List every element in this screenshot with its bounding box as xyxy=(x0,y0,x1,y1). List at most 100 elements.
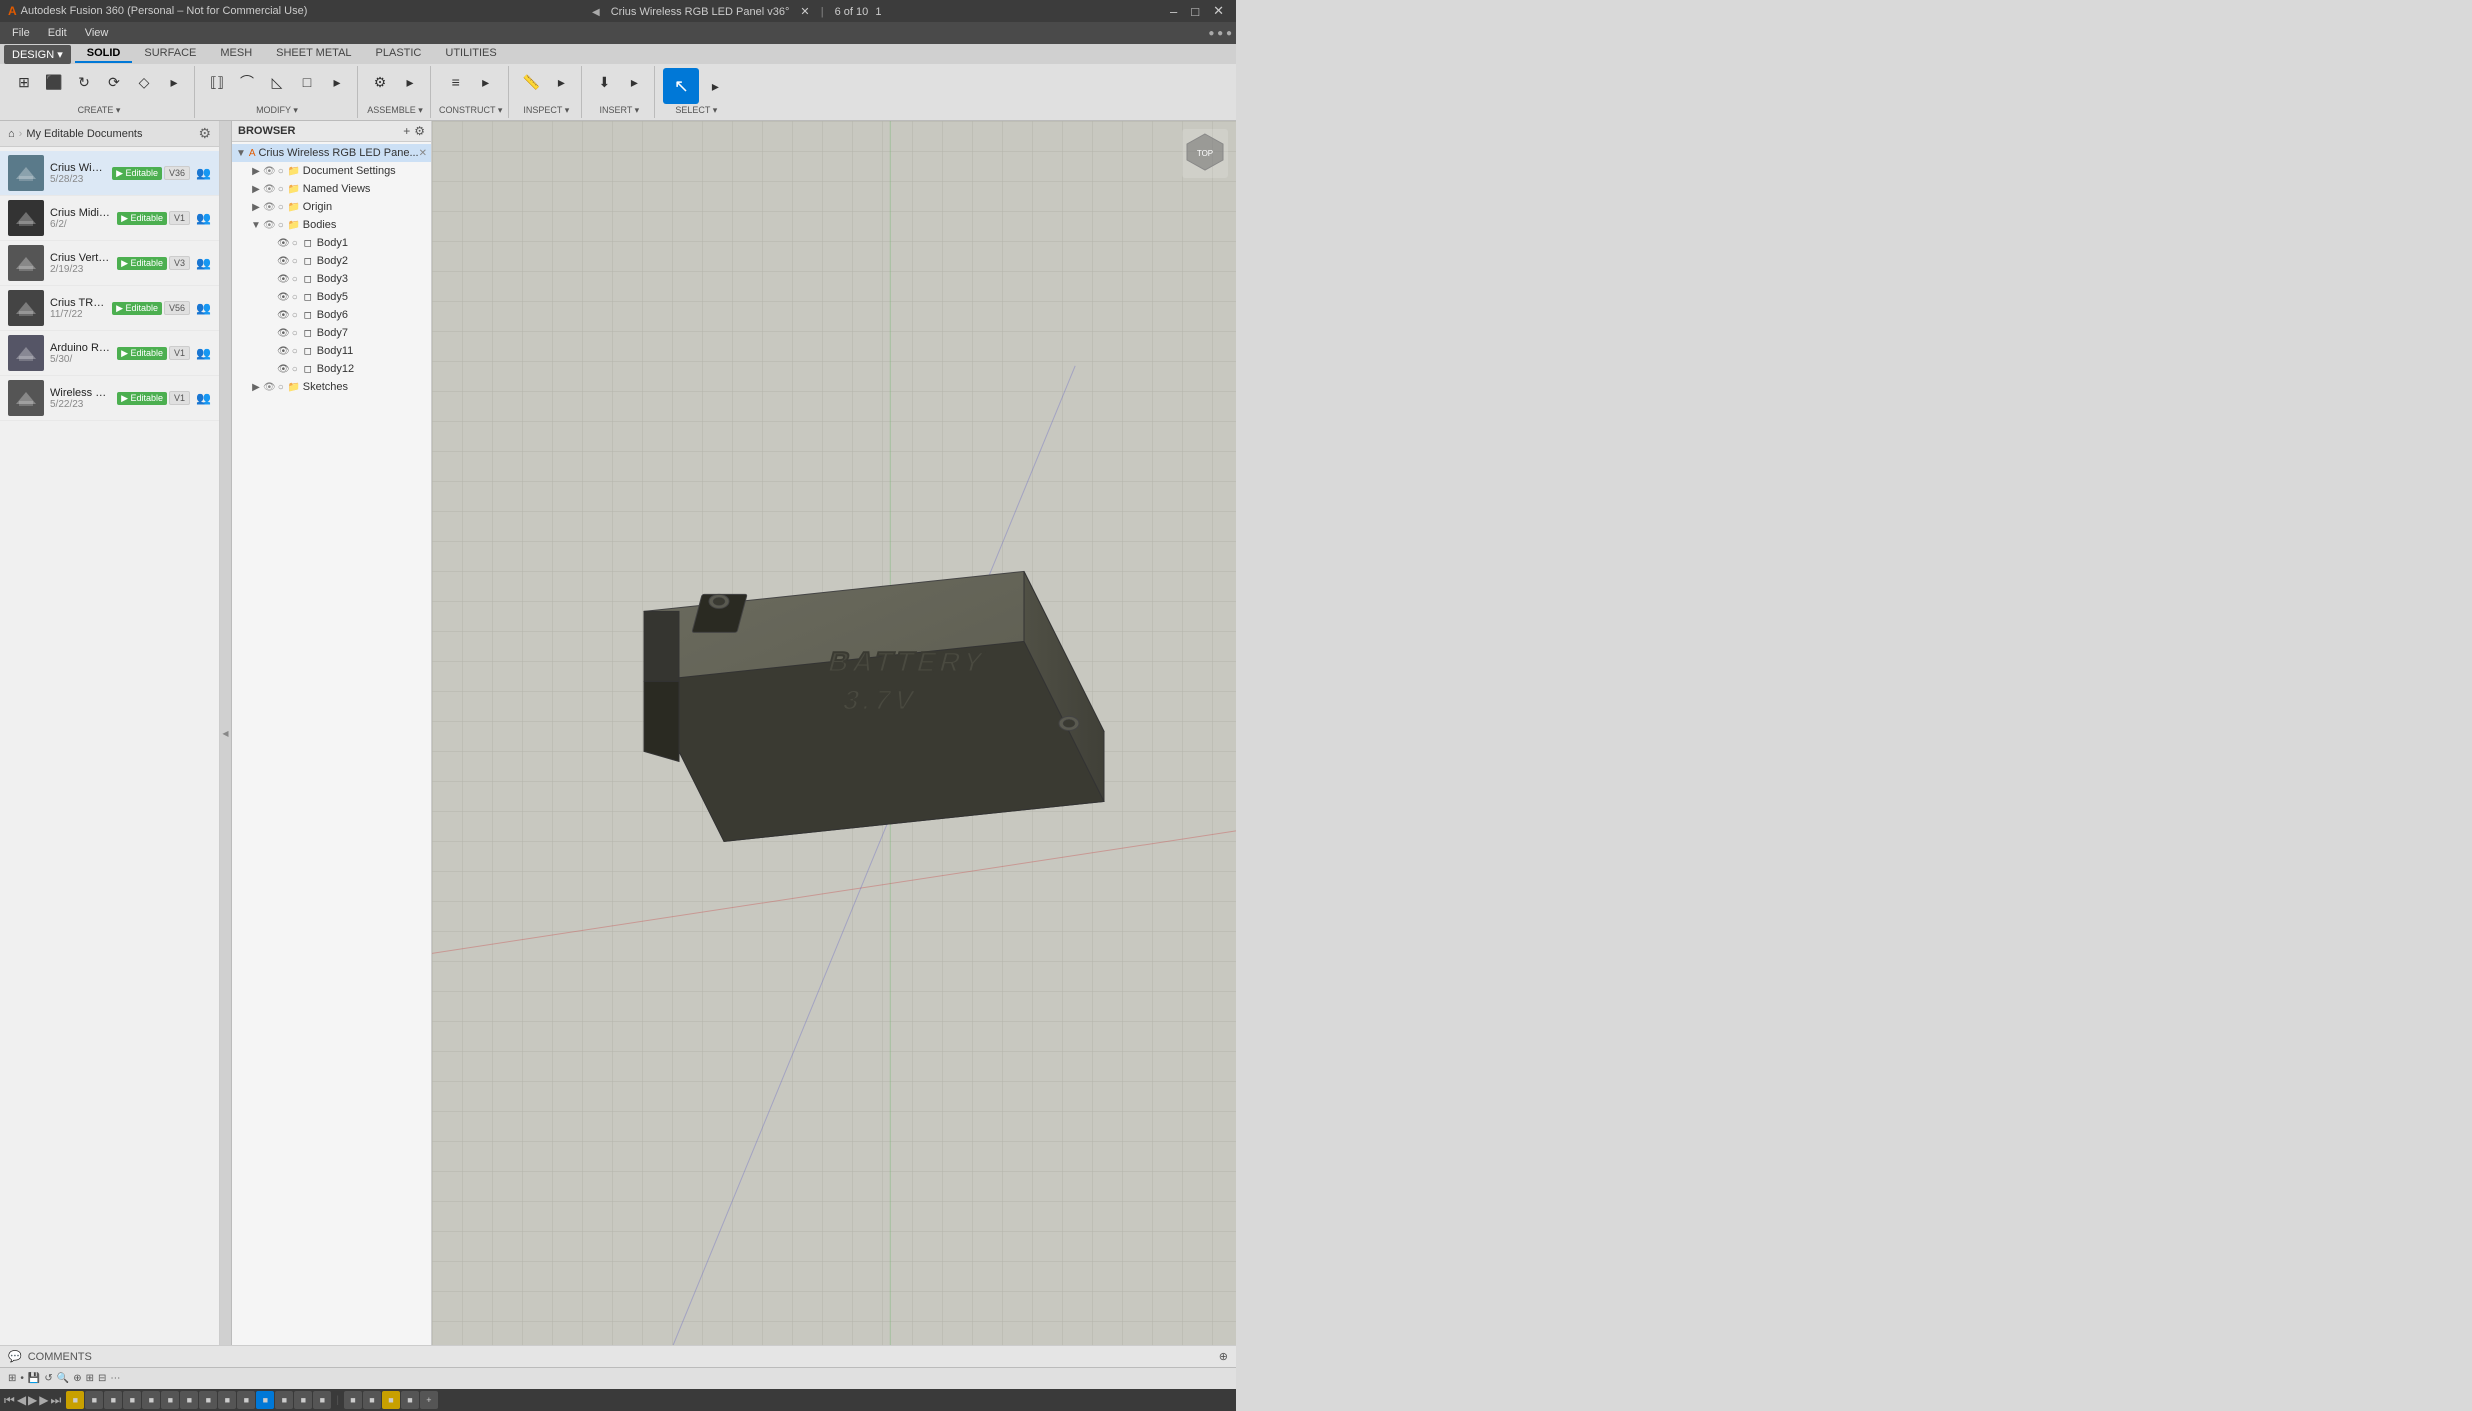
modify-label[interactable]: MODIFY ▾ xyxy=(256,105,298,116)
browser-item-8[interactable]: 👁○ ◻ Body6 xyxy=(232,306,431,324)
status-more-icon[interactable]: ⋯ xyxy=(110,1373,120,1384)
browser-item-1[interactable]: ▶ 👁○ 📁 Named Views xyxy=(232,180,431,198)
status-dot-icon[interactable]: • xyxy=(20,1373,24,1384)
vis-icon-8[interactable]: ○ xyxy=(292,310,298,321)
splitter-left[interactable]: ◀ xyxy=(220,121,232,1345)
eye-icon-6[interactable]: 👁 xyxy=(277,274,290,285)
vis-icon-3[interactable]: ○ xyxy=(278,220,284,231)
tab-solid[interactable]: SOLID xyxy=(75,45,133,63)
tool-loft[interactable]: ◇ xyxy=(130,68,158,96)
create-label[interactable]: CREATE ▾ xyxy=(78,105,121,116)
tool-inspect-more[interactable]: ▸ xyxy=(547,68,575,96)
file-item-5[interactable]: Wireless Speakers Case5/22/23▶ EditableV… xyxy=(0,376,219,421)
menu-view[interactable]: View xyxy=(77,25,117,41)
bt-icon-15[interactable]: ■ xyxy=(344,1391,362,1409)
settings-icon[interactable]: ⚙ xyxy=(198,125,211,142)
tool-more-create[interactable]: ▸ xyxy=(160,68,188,96)
bt-icon-9[interactable]: ■ xyxy=(218,1391,236,1409)
tab-sheet-metal[interactable]: SHEET METAL xyxy=(264,45,363,63)
eye-icon-3[interactable]: 👁 xyxy=(263,220,276,231)
editable-badge-2[interactable]: ▶ Editable xyxy=(117,257,167,270)
file-item-1[interactable]: Crius Midi Flute June 20236/2/▶ Editable… xyxy=(0,196,219,241)
nav-play[interactable]: ▶ xyxy=(28,1393,37,1408)
tool-insert-more[interactable]: ▸ xyxy=(620,68,648,96)
tool-press-pull[interactable]: ⟦⟧ xyxy=(203,68,231,96)
bt-icon-14[interactable]: ■ xyxy=(313,1391,331,1409)
bt-icon-16[interactable]: ■ xyxy=(363,1391,381,1409)
browser-item-7[interactable]: 👁○ ◻ Body5 xyxy=(232,288,431,306)
bt-icon-17[interactable]: ■ xyxy=(382,1391,400,1409)
browser-item-9[interactable]: 👁○ ◻ Body7 xyxy=(232,324,431,342)
browser-item-4[interactable]: 👁○ ◻ Body1 xyxy=(232,234,431,252)
eye-icon-12[interactable]: 👁 xyxy=(263,382,276,393)
bt-icon-10[interactable]: ■ xyxy=(237,1391,255,1409)
eye-icon-2[interactable]: 👁 xyxy=(263,202,276,213)
vis-icon-9[interactable]: ○ xyxy=(292,328,298,339)
expand-1[interactable]: ▶ xyxy=(250,184,262,195)
design-dropdown[interactable]: DESIGN ▾ xyxy=(4,45,71,64)
bt-icon-19[interactable]: + xyxy=(420,1391,438,1409)
status-save-icon[interactable]: 💾 xyxy=(28,1373,40,1384)
vis-icon-11[interactable]: ○ xyxy=(292,364,298,375)
bt-icon-6[interactable]: ■ xyxy=(161,1391,179,1409)
file-item-3[interactable]: Crius TRX Control v1.011/7/22▶ EditableV… xyxy=(0,286,219,331)
bt-icon-2[interactable]: ■ xyxy=(85,1391,103,1409)
minimize-button[interactable]: – xyxy=(1166,4,1181,19)
insert-label[interactable]: INSERT ▾ xyxy=(600,105,640,116)
select-label[interactable]: SELECT ▾ xyxy=(675,105,717,116)
vis-icon-7[interactable]: ○ xyxy=(292,292,298,303)
browser-item-12[interactable]: ▶ 👁○ 📁 Sketches xyxy=(232,378,431,396)
bt-icon-12[interactable]: ■ xyxy=(275,1391,293,1409)
eye-icon-5[interactable]: 👁 xyxy=(277,256,290,267)
eye-icon-0[interactable]: 👁 xyxy=(263,166,276,177)
vis-icon-6[interactable]: ○ xyxy=(292,274,298,285)
tool-select[interactable]: ↖ xyxy=(663,68,699,104)
expand-12[interactable]: ▶ xyxy=(250,382,262,393)
file-item-0[interactable]: Crius Wireless RGB LED Panel5/28/23▶ Edi… xyxy=(0,151,219,196)
tool-chamfer[interactable]: ◺ xyxy=(263,68,291,96)
status-zoom-icon[interactable]: ⊕ xyxy=(73,1373,81,1384)
tool-fillet[interactable]: ⌒ xyxy=(233,68,261,96)
status-search-icon[interactable]: 🔍 xyxy=(57,1373,69,1384)
browser-item-11[interactable]: 👁○ ◻ Body12 xyxy=(232,360,431,378)
expand-2[interactable]: ▶ xyxy=(250,202,262,213)
editable-badge-4[interactable]: ▶ Editable xyxy=(117,347,167,360)
eye-icon-11[interactable]: 👁 xyxy=(277,364,290,375)
root-expand[interactable]: ▼ xyxy=(236,148,246,159)
expand-0[interactable]: ▶ xyxy=(250,166,262,177)
tool-new-component[interactable]: ⊞ xyxy=(10,68,38,96)
status-fit-icon[interactable]: ⊞ xyxy=(86,1373,94,1384)
tool-sweep[interactable]: ⟳ xyxy=(100,68,128,96)
tool-revolve[interactable]: ↻ xyxy=(70,68,98,96)
status-grid-icon[interactable]: ⊞ xyxy=(8,1373,16,1384)
browser-root-item[interactable]: ▼ A Crius Wireless RGB LED Pane... ✕ xyxy=(232,144,431,162)
vis-icon-12[interactable]: ○ xyxy=(278,382,284,393)
eye-icon-9[interactable]: 👁 xyxy=(277,328,290,339)
editable-badge-3[interactable]: ▶ Editable xyxy=(112,302,162,315)
eye-icon-7[interactable]: 👁 xyxy=(277,292,290,303)
tool-insert[interactable]: ⬇ xyxy=(590,68,618,96)
browser-settings-icon[interactable]: ⚙ xyxy=(414,124,425,138)
home-icon[interactable]: ⌂ xyxy=(8,128,15,140)
browser-item-3[interactable]: ▼ 👁○ 📁 Bodies xyxy=(232,216,431,234)
orientation-cube[interactable]: TOP xyxy=(1182,129,1228,178)
close-button[interactable]: ✕ xyxy=(1209,3,1228,19)
bt-icon-11[interactable]: ■ xyxy=(256,1391,274,1409)
bt-icon-1[interactable]: ■ xyxy=(66,1391,84,1409)
browser-item-10[interactable]: 👁○ ◻ Body11 xyxy=(232,342,431,360)
status-refresh-icon[interactable]: ↺ xyxy=(44,1373,52,1384)
eye-icon-10[interactable]: 👁 xyxy=(277,346,290,357)
vis-icon-2[interactable]: ○ xyxy=(278,202,284,213)
tab-surface[interactable]: SURFACE xyxy=(132,45,208,63)
status-layout-icon[interactable]: ⊟ xyxy=(98,1373,106,1384)
vis-icon-10[interactable]: ○ xyxy=(292,346,298,357)
browser-expand-icon[interactable]: + xyxy=(403,124,410,138)
nav-prev[interactable]: ◀ xyxy=(17,1393,26,1408)
vis-icon-5[interactable]: ○ xyxy=(292,256,298,267)
tool-measure[interactable]: 📏 xyxy=(517,68,545,96)
menu-edit[interactable]: Edit xyxy=(40,25,75,41)
comments-expand[interactable]: ⊕ xyxy=(1219,1350,1228,1363)
browser-item-2[interactable]: ▶ 👁○ 📁 Origin xyxy=(232,198,431,216)
menu-file[interactable]: File xyxy=(4,25,38,41)
inspect-label[interactable]: INSPECT ▾ xyxy=(523,105,569,116)
